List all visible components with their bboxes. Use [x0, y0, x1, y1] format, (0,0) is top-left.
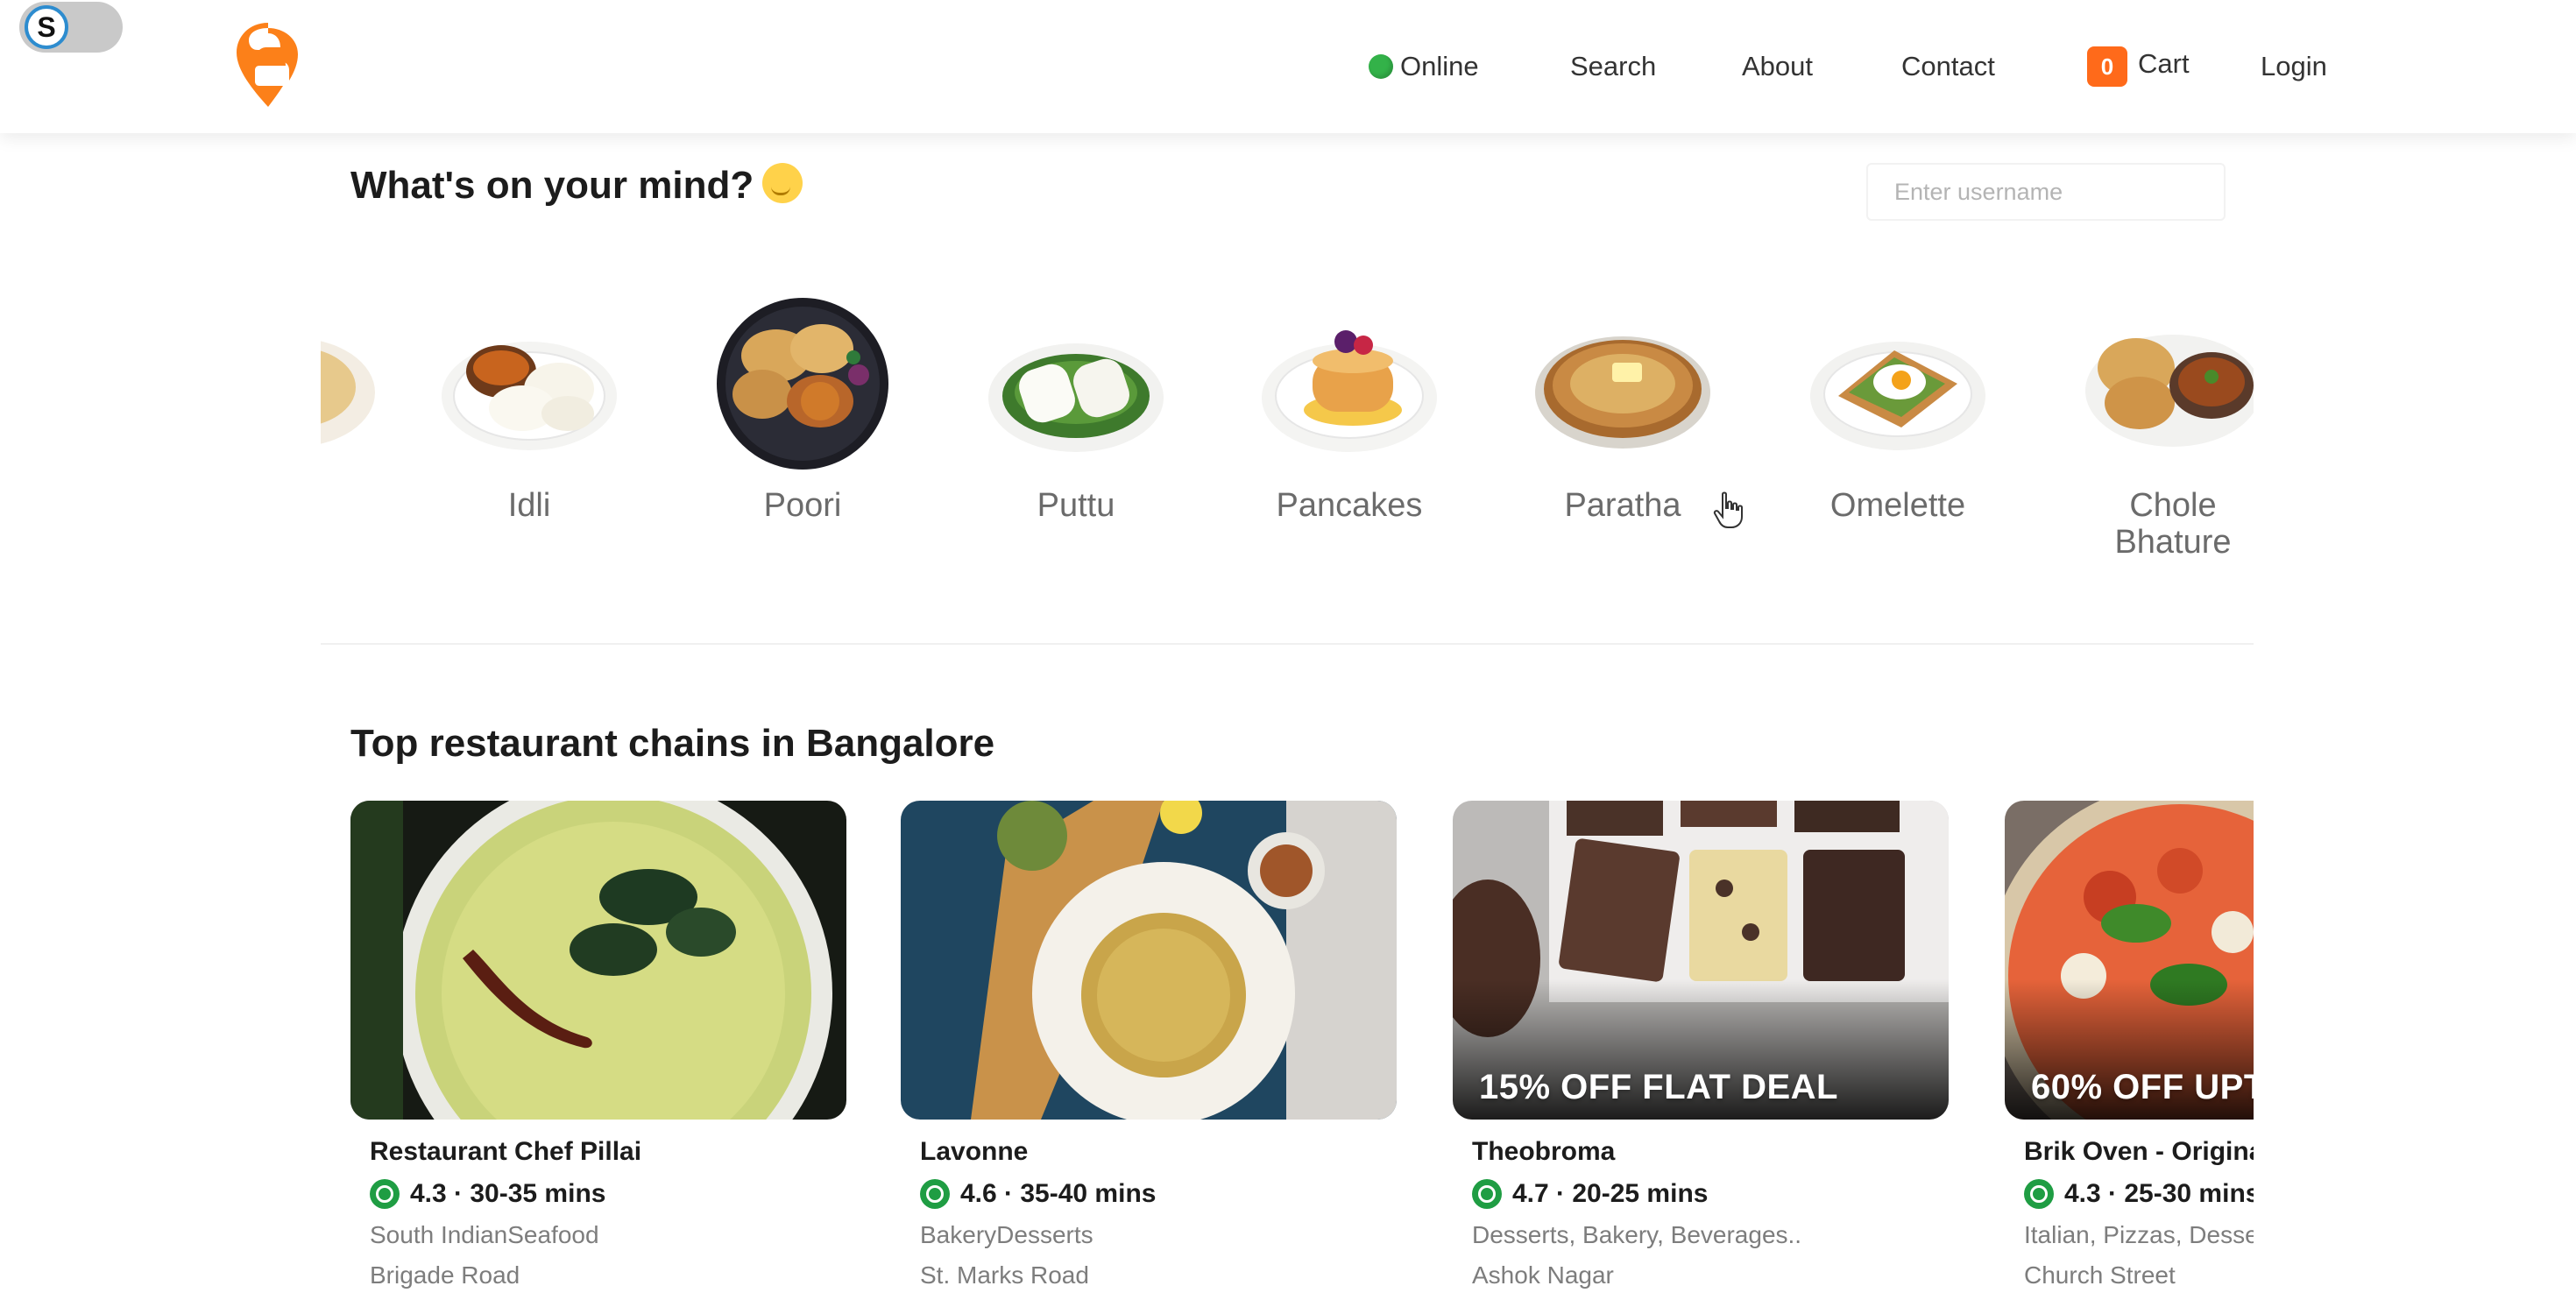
nav-about[interactable]: About — [1742, 51, 1813, 82]
restaurant-cuisine: Italian, Pizzas, Desserts — [2024, 1221, 2254, 1248]
restaurant-card[interactable]: 60% OFF UPTO ₹120 Brik Oven - Original S… — [2005, 801, 2254, 1289]
restaurant-card[interactable]: 15% OFF FLAT DEAL Theobroma 4.7 · 20-25 … — [1453, 801, 1949, 1289]
status-dot-icon — [1369, 54, 1393, 79]
star-rating-icon — [1472, 1179, 1502, 1209]
restaurant-image — [901, 801, 1397, 1120]
star-rating-icon — [920, 1179, 950, 1209]
restaurant-area: Ashok Nagar — [1472, 1261, 1614, 1289]
offer-label: 60% OFF UPTO ₹120 — [2031, 1068, 2254, 1106]
restaurant-name: Theobroma — [1472, 1137, 1616, 1166]
restaurant-image: 60% OFF UPTO ₹120 — [2005, 801, 2254, 1120]
category-item-paratha[interactable]: Paratha — [1518, 280, 1728, 524]
category-item-puttu[interactable]: Puttu — [971, 280, 1181, 524]
star-rating-icon — [2024, 1179, 2054, 1209]
restaurant-rating: 4.7 · 20-25 mins — [1472, 1179, 1949, 1209]
puttu-image — [981, 280, 1171, 470]
category-label-pancakes: Pancakes — [1276, 487, 1423, 524]
restaurant-area: St. Marks Road — [920, 1261, 1089, 1289]
restaurant-cards-row[interactable]: Restaurant Chef Pillai 4.3 · 30-35 mins … — [350, 801, 2254, 1307]
category-label-omelette: Omelette — [1829, 487, 1966, 524]
paratha-image — [1528, 280, 1717, 470]
restaurant-cuisine: Desserts, Bakery, Beverages.. — [1472, 1221, 1802, 1248]
header: S Online Search About Contact 0 Cart Logi… — [0, 0, 2576, 133]
restaurant-image — [350, 801, 846, 1120]
restaurant-card[interactable]: Restaurant Chef Pillai 4.3 · 30-35 mins … — [350, 801, 846, 1289]
restaurant-area: Brigade Road — [370, 1261, 520, 1289]
category-label-idli: Idli — [507, 487, 551, 524]
restaurant-rating: 4.3 · 30-35 mins — [370, 1179, 846, 1209]
extension-toggle[interactable]: S — [19, 2, 123, 53]
hand-cursor-icon — [1713, 491, 1743, 528]
category-item-pancakes[interactable]: Pancakes — [1244, 280, 1454, 524]
poori-image — [708, 280, 897, 470]
rating-text: 4.7 · 20-25 mins — [1512, 1179, 1709, 1208]
online-status-label: Online — [1400, 51, 1479, 81]
username-input[interactable] — [1866, 163, 2226, 221]
nav-cart[interactable]: 0 Cart — [2087, 46, 2190, 87]
restaurant-rating: 4.3 · 25-30 mins — [2024, 1179, 2254, 1209]
restaurant-area: Church Street — [2024, 1261, 2176, 1289]
category-image — [321, 280, 389, 470]
section-divider — [321, 643, 2254, 645]
category-item-idli[interactable]: Idli — [424, 280, 634, 524]
nav-login[interactable]: Login — [2261, 51, 2327, 82]
restaurant-name: Lavonne — [920, 1137, 1029, 1166]
restaurant-name: Brik Oven - Original Sourdough Pizza — [2024, 1137, 2254, 1166]
category-item[interactable] — [321, 280, 400, 487]
category-label-puttu: Puttu — [1037, 487, 1115, 524]
category-item-chole-bhature[interactable]: Chole Bhature — [2068, 280, 2254, 561]
category-item-poori[interactable]: Poori — [697, 280, 908, 524]
online-status: Online — [1369, 51, 1479, 82]
offer-label: 15% OFF FLAT DEAL — [1479, 1068, 1838, 1106]
category-label-chole-bhature: Chole Bhature — [2114, 487, 2232, 561]
cart-label: Cart — [2138, 48, 2190, 79]
nav-search[interactable]: Search — [1570, 51, 1656, 82]
restaurant-image: 15% OFF FLAT DEAL — [1453, 801, 1949, 1120]
star-rating-icon — [370, 1179, 400, 1209]
rating-text: 4.6 · 35-40 mins — [960, 1179, 1157, 1208]
pancakes-image — [1255, 280, 1444, 470]
restaurant-rating: 4.6 · 35-40 mins — [920, 1179, 1397, 1209]
mind-section-title: What's on your mind? — [350, 163, 803, 208]
category-label-poori: Poori — [763, 487, 842, 524]
toggle-knob[interactable]: S — [25, 5, 68, 49]
cart-count-badge: 0 — [2087, 46, 2127, 87]
chains-section-title: Top restaurant chains in Bangalore — [350, 722, 995, 765]
restaurant-card[interactable]: Lavonne 4.6 · 35-40 mins BakeryDesserts … — [901, 801, 1397, 1289]
restaurant-name: Restaurant Chef Pillai — [370, 1137, 642, 1166]
category-label-paratha: Paratha — [1564, 487, 1681, 524]
rating-text: 4.3 · 30-35 mins — [410, 1179, 606, 1208]
idli-image — [435, 280, 624, 470]
category-item-omelette[interactable]: Omelette — [1793, 280, 2003, 524]
mind-title-text: What's on your mind? — [350, 164, 754, 207]
page: S Online Search About Contact 0 Cart Logi… — [0, 0, 2576, 1307]
category-carousel[interactable]: Idli Poori Puttu Pancakes Paratha Omelet… — [321, 280, 2254, 569]
nav-contact[interactable]: Contact — [1901, 51, 1995, 82]
swiggy-logo[interactable] — [233, 21, 303, 109]
omelette-image — [1803, 280, 1992, 470]
rating-text: 4.3 · 25-30 mins — [2064, 1179, 2254, 1208]
chole-bhature-image — [2078, 280, 2254, 470]
smile-emoji-icon — [762, 163, 803, 203]
restaurant-cuisine: BakeryDesserts — [920, 1221, 1093, 1248]
restaurant-cuisine: South IndianSeafood — [370, 1221, 599, 1248]
